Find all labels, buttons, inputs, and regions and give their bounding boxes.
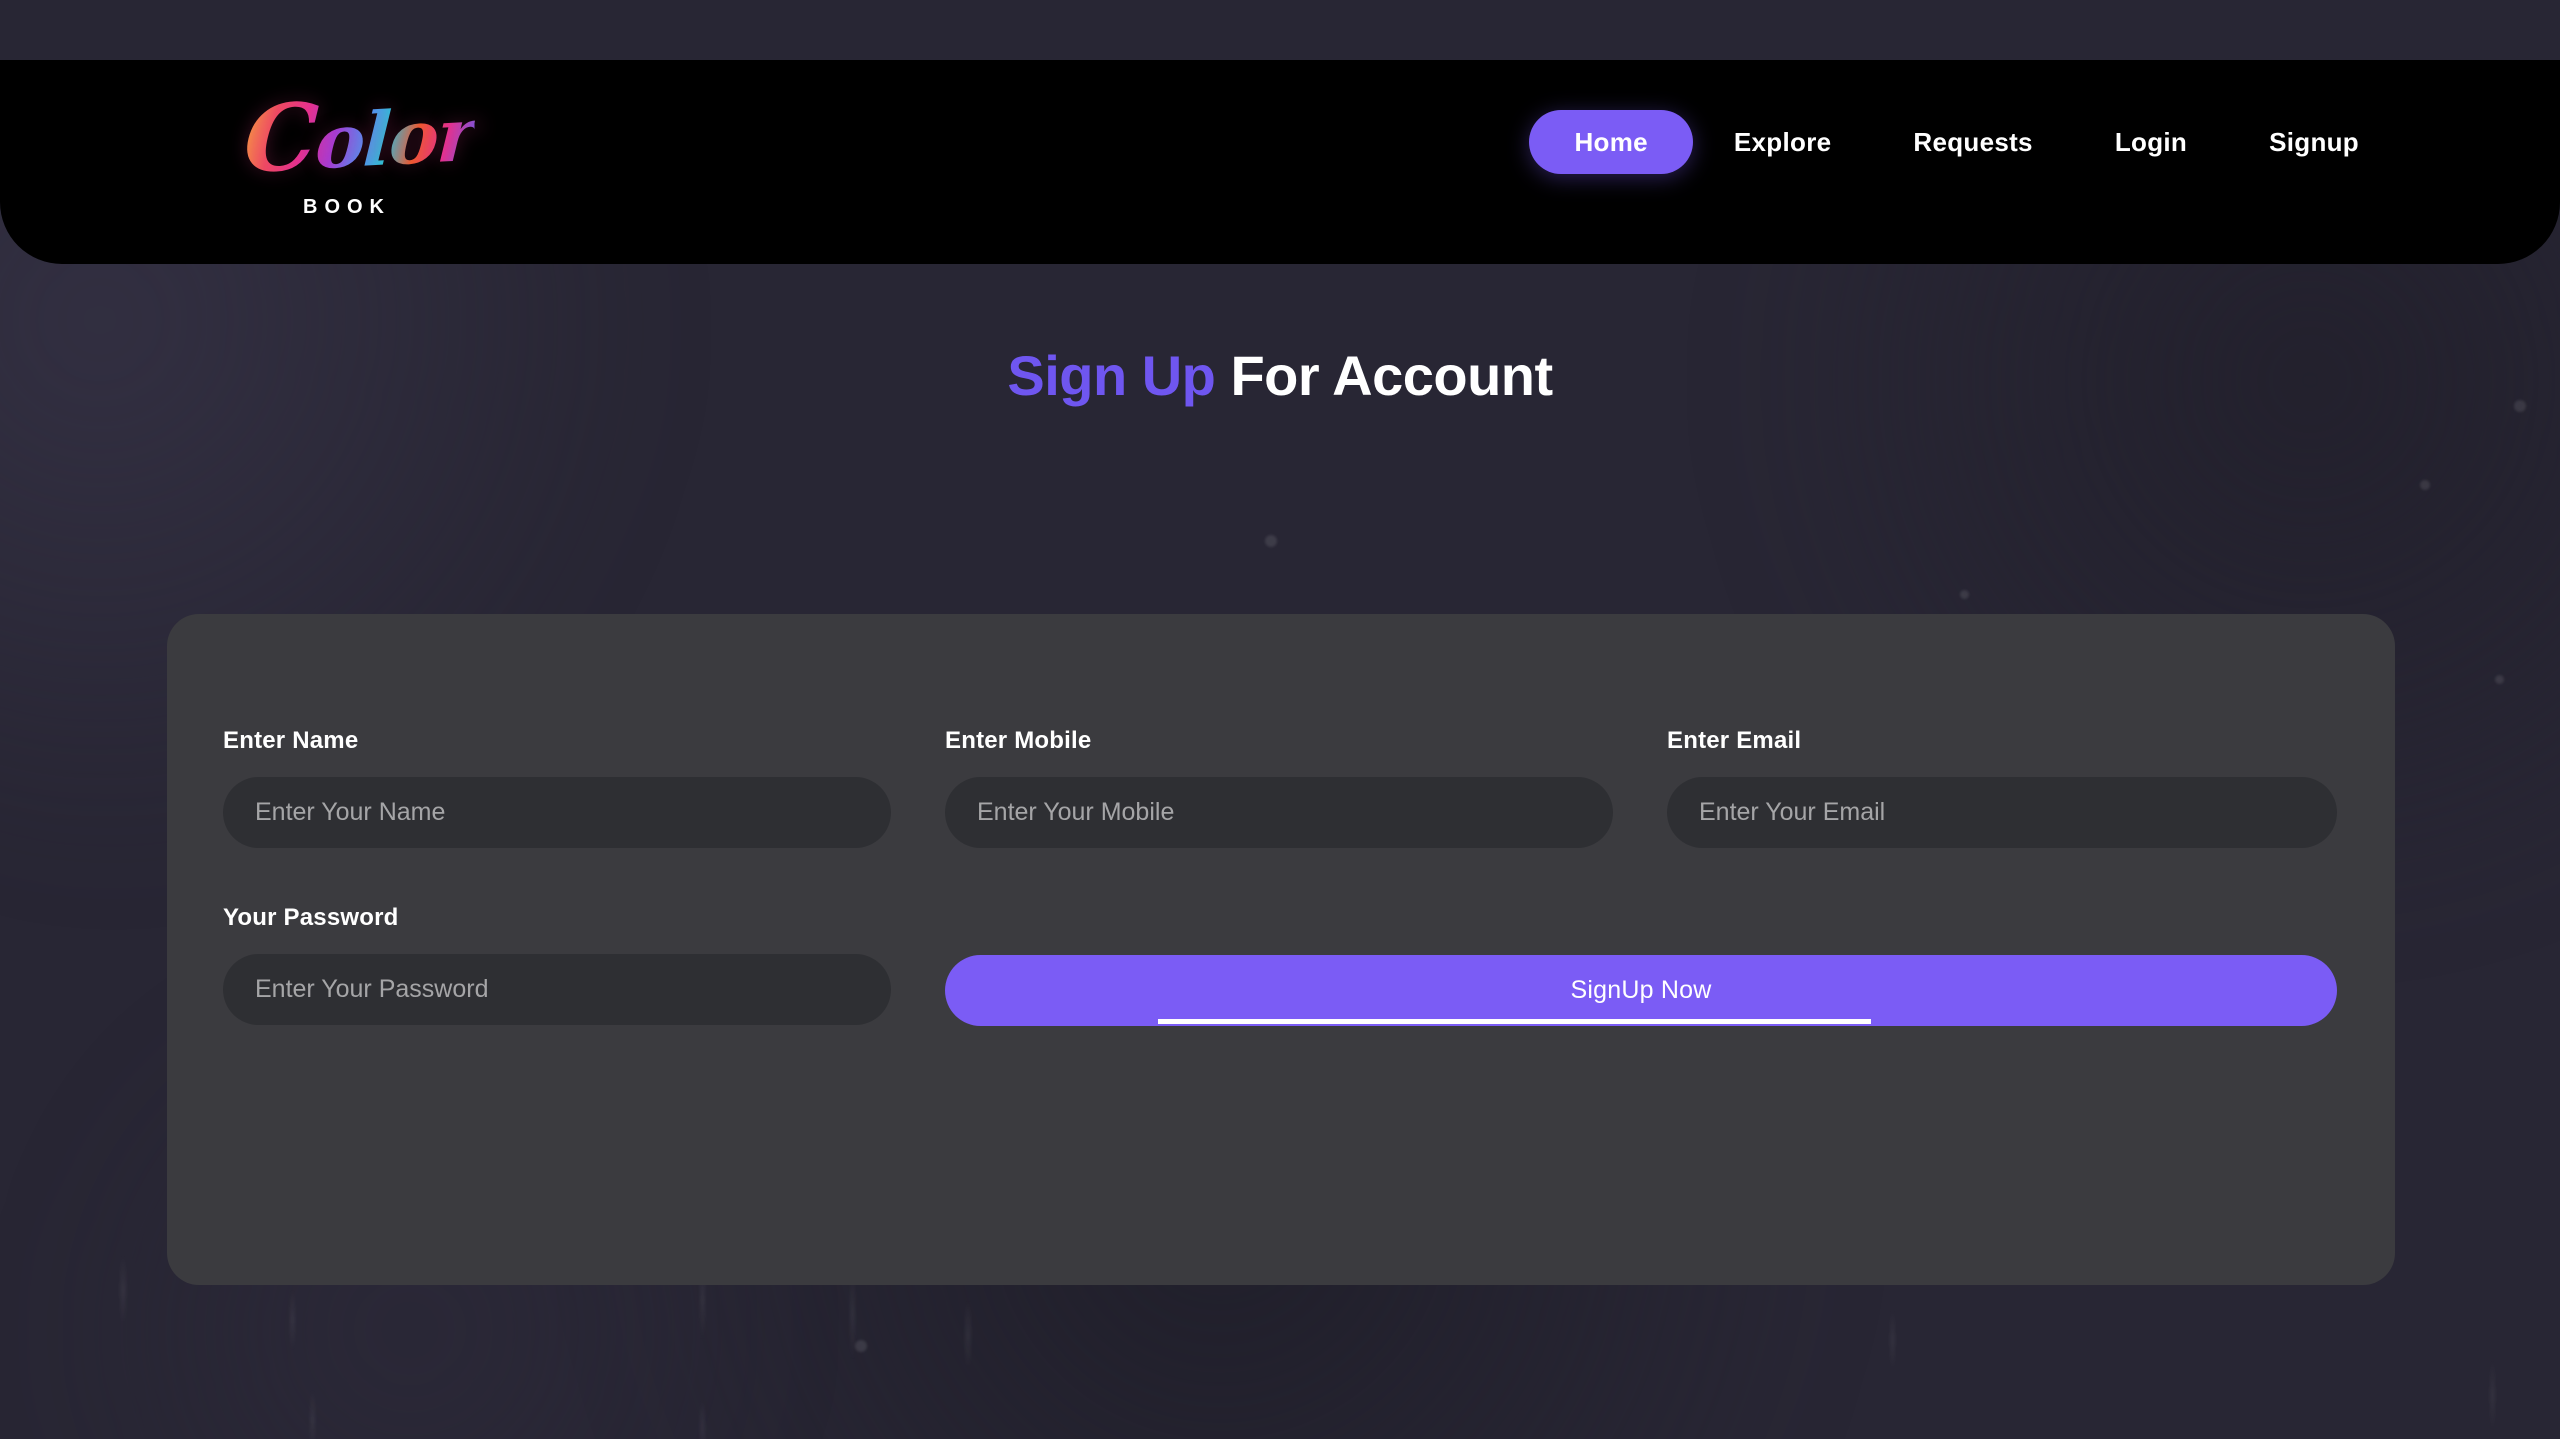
form-row-one: Enter Name Enter Mobile Enter Email xyxy=(223,727,2337,848)
page-title-rest: For Account xyxy=(1215,343,1553,407)
field-name: Enter Name xyxy=(223,727,945,848)
page-title: Sign Up For Account xyxy=(0,343,2560,408)
brand-subtitle: BOOK xyxy=(303,196,391,218)
nav-item-home[interactable]: Home xyxy=(1529,110,1693,174)
light-streak xyxy=(1890,1310,1895,1370)
sparkle-dot xyxy=(855,1340,867,1352)
field-email-label: Enter Email xyxy=(1667,727,1802,754)
nav-item-signup[interactable]: Signup xyxy=(2228,110,2400,174)
nav-item-login[interactable]: Login xyxy=(2074,110,2228,174)
selection-underline xyxy=(1158,1019,1871,1024)
nav-item-requests[interactable]: Requests xyxy=(1872,110,2073,174)
sparkle-dot xyxy=(2420,480,2430,490)
field-password-label: Your Password xyxy=(223,904,399,931)
email-input[interactable] xyxy=(1667,777,2337,848)
name-input[interactable] xyxy=(223,777,891,848)
nav-item-explore[interactable]: Explore xyxy=(1693,110,1872,174)
password-input[interactable] xyxy=(223,954,891,1025)
brand-wordmark-rest: olor xyxy=(313,92,477,187)
main-navigation: Home Explore Requests Login Signup xyxy=(1529,110,2400,174)
light-streak xyxy=(290,1290,295,1350)
brand-wordmark-cap: C xyxy=(241,82,319,194)
brand-wordmark: Color xyxy=(242,82,477,194)
light-streak xyxy=(2490,1360,2495,1430)
light-streak xyxy=(310,1390,315,1439)
field-mobile: Enter Mobile xyxy=(945,727,1667,848)
top-strip xyxy=(0,0,2560,60)
submit-button-wrap: SignUp Now xyxy=(945,904,2337,1026)
sparkle-dot xyxy=(2495,675,2504,684)
field-password: Your Password xyxy=(223,904,945,1026)
signup-page: Color BOOK Home Explore Requests Login S… xyxy=(0,0,2560,1439)
mobile-input[interactable] xyxy=(945,777,1613,848)
light-streak xyxy=(965,1300,971,1370)
field-email: Enter Email xyxy=(1667,727,2337,848)
light-streak xyxy=(700,1400,705,1439)
form-row-two: Your Password SignUp Now xyxy=(223,904,2337,1026)
site-header: Color BOOK Home Explore Requests Login S… xyxy=(0,60,2560,264)
sparkle-dot xyxy=(1265,535,1277,547)
sparkle-dot xyxy=(1960,590,1969,599)
page-title-accent: Sign Up xyxy=(1007,343,1216,407)
signup-form-card: Enter Name Enter Mobile Enter Email Your… xyxy=(167,614,2395,1285)
brand-logo[interactable]: Color BOOK xyxy=(242,82,485,238)
light-streak xyxy=(120,1255,126,1325)
field-mobile-label: Enter Mobile xyxy=(945,727,1092,754)
signup-now-button[interactable]: SignUp Now xyxy=(945,955,2337,1026)
field-name-label: Enter Name xyxy=(223,727,359,754)
